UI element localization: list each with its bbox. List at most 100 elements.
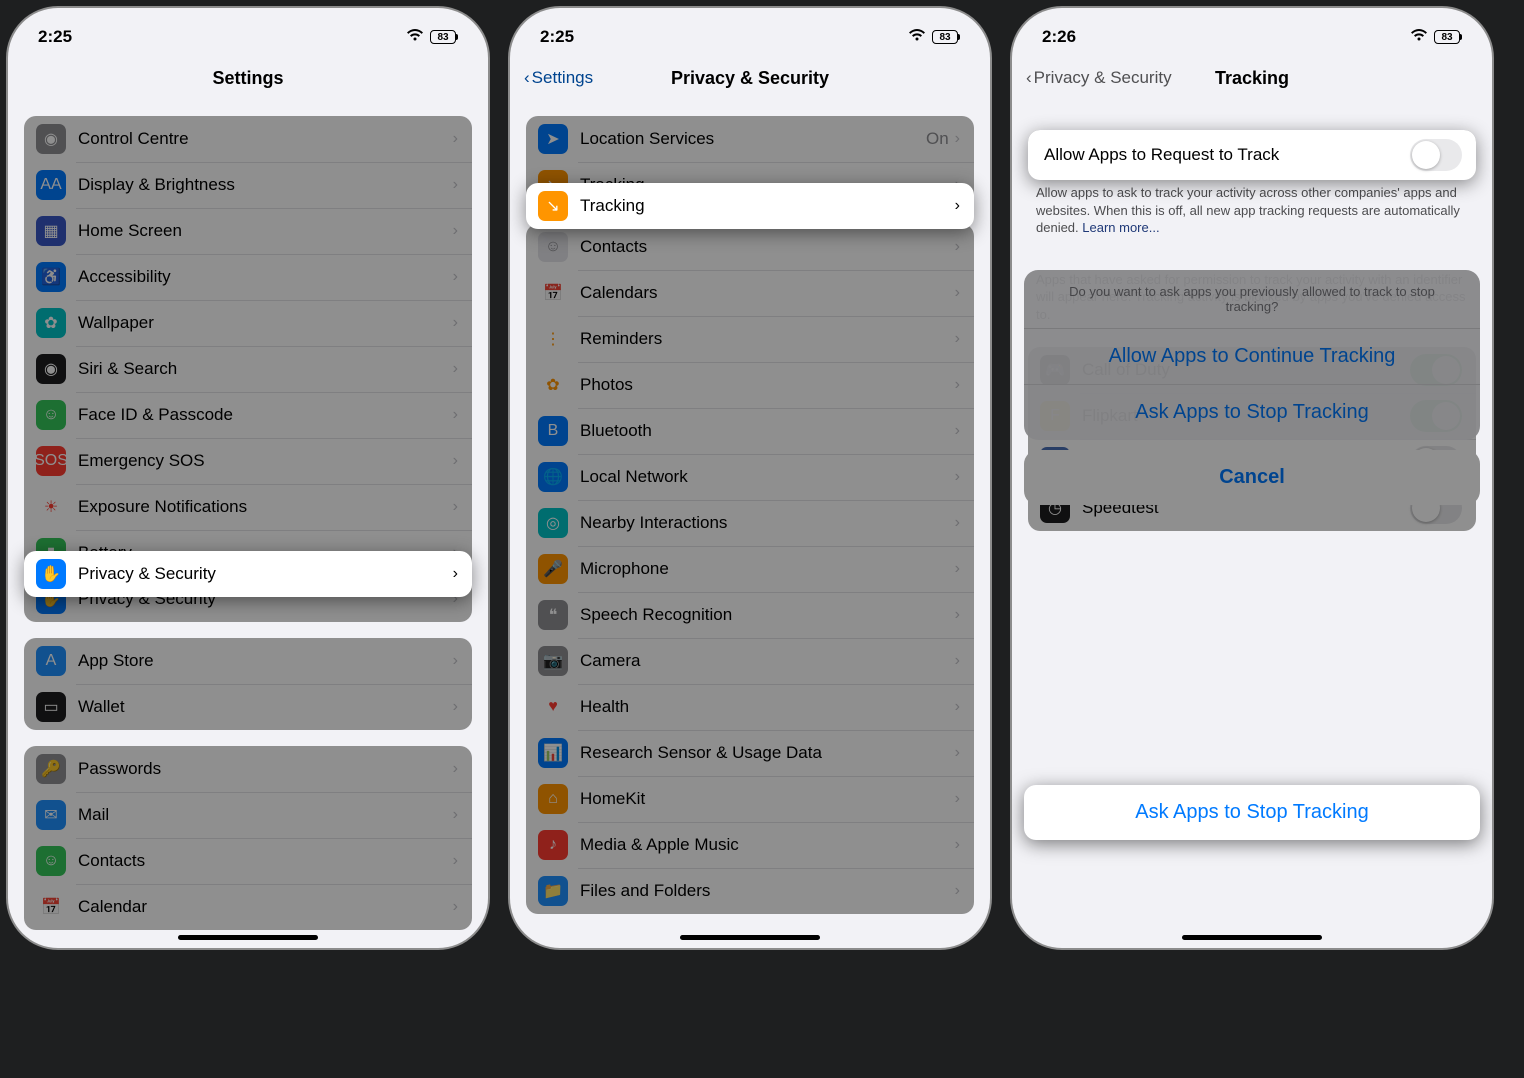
row-label: Bluetooth xyxy=(580,421,955,441)
privacy-row[interactable]: ⌂ HomeKit› xyxy=(526,776,974,822)
row-icon: ⌂ xyxy=(538,784,568,814)
chevron-right-icon: › xyxy=(453,130,458,148)
row-label: Home Screen xyxy=(78,221,453,241)
settings-row[interactable]: ✿Wallpaper› xyxy=(24,300,472,346)
chevron-right-icon: › xyxy=(453,565,458,583)
settings-row[interactable]: AADisplay & Brightness› xyxy=(24,162,472,208)
row-label: HomeKit xyxy=(580,789,955,809)
row-label: Microphone xyxy=(580,559,955,579)
row-label: Location Services xyxy=(580,129,926,149)
screen-tracking: 2:26 83 ‹ Privacy & Security Tracking Al… xyxy=(1012,8,1492,948)
privacy-row[interactable]: 🌐 Local Network› xyxy=(526,454,974,500)
chevron-right-icon: › xyxy=(453,652,458,670)
chevron-right-icon: › xyxy=(453,176,458,194)
privacy-row[interactable]: ⋮Reminders› xyxy=(526,316,974,362)
chevron-right-icon: › xyxy=(453,360,458,378)
settings-row[interactable]: ☺Contacts› xyxy=(24,838,472,884)
settings-row[interactable]: AApp Store› xyxy=(24,638,472,684)
settings-row[interactable]: 🔑Passwords› xyxy=(24,746,472,792)
privacy-row[interactable]: ❝Speech Recognition› xyxy=(526,592,974,638)
privacy-row[interactable]: 📷Camera› xyxy=(526,638,974,684)
row-icon: 📅 xyxy=(538,278,568,308)
row-icon: 📁 xyxy=(538,876,568,906)
privacy-row[interactable]: 📅 Calendars› xyxy=(526,270,974,316)
action-sheet: Do you want to ask apps you previously a… xyxy=(1024,270,1480,505)
chevron-right-icon: › xyxy=(955,284,960,302)
settings-row[interactable]: 📅Calendar› xyxy=(24,884,472,930)
row-label: Local Network xyxy=(580,467,955,487)
row-tracking-highlight[interactable]: ↘ Tracking › xyxy=(526,183,974,229)
row-label: Calendars xyxy=(580,283,955,303)
row-icon: AA xyxy=(36,170,66,200)
back-button[interactable]: ‹ Privacy & Security xyxy=(1026,68,1172,88)
sheet-option-stop[interactable]: Ask Apps to Stop Tracking xyxy=(1024,384,1480,440)
privacy-row[interactable]: ➤Location ServicesOn› xyxy=(526,116,974,162)
chevron-right-icon: › xyxy=(955,606,960,624)
sheet-option-continue[interactable]: Allow Apps to Continue Tracking xyxy=(1024,328,1480,384)
row-icon: ☺ xyxy=(36,846,66,876)
chevron-right-icon: › xyxy=(955,652,960,670)
chevron-right-icon: › xyxy=(955,790,960,808)
row-icon: ♿ xyxy=(36,262,66,292)
settings-row[interactable]: ▭Wallet› xyxy=(24,684,472,730)
chevron-right-icon: › xyxy=(955,376,960,394)
row-label: Siri & Search xyxy=(78,359,453,379)
privacy-row[interactable]: 🎤Microphone› xyxy=(526,546,974,592)
privacy-row[interactable]: ♪Media & Apple Music› xyxy=(526,822,974,868)
row-icon: 📅 xyxy=(36,892,66,922)
settings-row[interactable]: ▦Home Screen› xyxy=(24,208,472,254)
chevron-right-icon: › xyxy=(955,468,960,486)
learn-more-link[interactable]: Learn more... xyxy=(1082,220,1159,235)
sheet-message: Do you want to ask apps you previously a… xyxy=(1024,270,1480,328)
settings-row[interactable]: ✉Mail› xyxy=(24,792,472,838)
settings-row[interactable]: ◉Control Centre› xyxy=(24,116,472,162)
settings-row[interactable]: ☀Exposure Notifications› xyxy=(24,484,472,530)
row-icon: ❝ xyxy=(538,600,568,630)
privacy-row[interactable]: BBluetooth› xyxy=(526,408,974,454)
wifi-icon xyxy=(908,27,926,47)
chevron-right-icon: › xyxy=(955,330,960,348)
status-time: 2:26 xyxy=(1042,27,1076,47)
sheet-cancel[interactable]: Cancel xyxy=(1024,450,1480,505)
battery-icon: 83 xyxy=(430,30,458,44)
row-icon: A xyxy=(36,646,66,676)
privacy-row[interactable]: ◎Nearby Interactions› xyxy=(526,500,974,546)
chevron-right-icon: › xyxy=(955,882,960,900)
battery-icon: 83 xyxy=(932,30,960,44)
privacy-row[interactable]: 📁 Files and Folders› xyxy=(526,868,974,914)
chevron-right-icon: › xyxy=(453,806,458,824)
status-bar: 2:25 83 xyxy=(510,8,990,56)
back-button[interactable]: ‹ Settings xyxy=(524,68,593,88)
privacy-row[interactable]: ✿Photos› xyxy=(526,362,974,408)
row-label: Reminders xyxy=(580,329,955,349)
settings-row[interactable]: ♿Accessibility› xyxy=(24,254,472,300)
row-icon: 🔑 xyxy=(36,754,66,784)
row-allow-tracking-highlight[interactable]: Allow Apps to Request to Track xyxy=(1028,130,1476,180)
privacy-row[interactable]: ☺Contacts› xyxy=(526,224,974,270)
screen-settings: 2:25 83 Settings ◉Control Centre›AADispl… xyxy=(8,8,488,948)
chevron-right-icon: › xyxy=(955,560,960,578)
row-label: Health xyxy=(580,697,955,717)
status-bar: 2:25 83 xyxy=(8,8,488,56)
row-icon: 🌐 xyxy=(538,462,568,492)
row-label: Files and Folders xyxy=(580,881,955,901)
navbar: ‹ Privacy & Security Tracking xyxy=(1012,56,1492,100)
row-privacy-security-highlight[interactable]: ✋ Privacy & Security › xyxy=(24,551,472,597)
row-label: Face ID & Passcode xyxy=(78,405,453,425)
settings-row[interactable]: ◉Siri & Search› xyxy=(24,346,472,392)
privacy-row[interactable]: ♥Health› xyxy=(526,684,974,730)
row-label: Privacy & Security xyxy=(78,564,453,584)
settings-group: 🔑Passwords›✉Mail›☺Contacts›📅Calendar› xyxy=(24,746,472,930)
row-label: Control Centre xyxy=(78,129,453,149)
row-label: Tracking xyxy=(580,196,955,216)
toggle-allow-tracking[interactable] xyxy=(1410,139,1462,171)
settings-row[interactable]: SOSEmergency SOS› xyxy=(24,438,472,484)
row-icon: ➤ xyxy=(538,124,568,154)
sheet-option-stop-highlight[interactable]: Ask Apps to Stop Tracking xyxy=(1024,785,1480,840)
settings-row[interactable]: ☺Face ID & Passcode› xyxy=(24,392,472,438)
row-icon: B xyxy=(538,416,568,446)
status-time: 2:25 xyxy=(38,27,72,47)
row-icon: ♥ xyxy=(538,692,568,722)
privacy-row[interactable]: 📊Research Sensor & Usage Data› xyxy=(526,730,974,776)
chevron-right-icon: › xyxy=(955,744,960,762)
